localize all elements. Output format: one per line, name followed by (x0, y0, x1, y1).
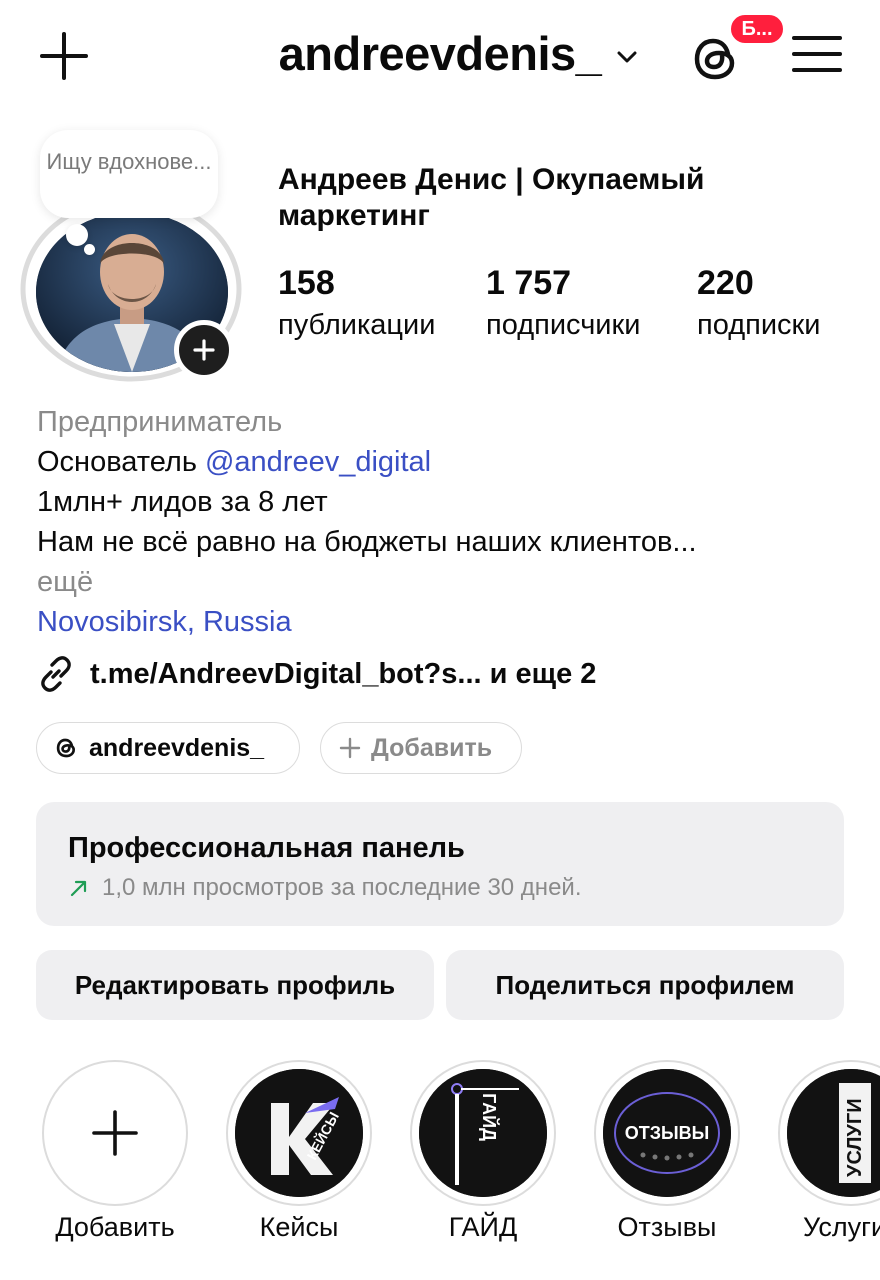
create-plus-icon[interactable] (38, 30, 90, 82)
chevron-down-icon[interactable] (614, 44, 640, 70)
posts-count-label: публикации (278, 309, 436, 341)
highlight-cover-text: ГАЙД (479, 1093, 500, 1141)
highlight-cover-text: УСЛУГИ (844, 1098, 866, 1177)
threads-profile-chip[interactable]: andreevdenis_ (36, 722, 300, 774)
threads-icon (56, 738, 76, 758)
bio-more-link[interactable]: ещё (37, 562, 93, 602)
posts-count-value: 158 (278, 264, 335, 302)
highlight-add[interactable] (42, 1060, 188, 1206)
location-link[interactable]: Novosibirsk, Russia (37, 602, 292, 642)
highlight-cover-cases: КЕЙСЫ (235, 1069, 363, 1197)
plus-icon (339, 737, 361, 759)
profile-category: Предприниматель (37, 406, 283, 438)
highlight-label: ГАЙД (448, 1212, 518, 1242)
highlight-label: Добавить (55, 1212, 175, 1242)
bio-line-1: Основатель @andreev_digital (37, 442, 431, 482)
note-bubble-tail (66, 224, 88, 246)
display-name: Андреев Денис | Окупаемый маркетинг (278, 163, 705, 232)
external-link-text: t.me/AndreevDigital_bot?s... и еще 2 (90, 657, 597, 690)
bio-text: Основатель (37, 446, 205, 478)
highlight-reviews[interactable]: ОТЗЫВЫ (594, 1060, 740, 1206)
pro-panel-subtitle: 1,0 млн просмотров за последние 30 дней. (68, 874, 581, 902)
add-link-chip[interactable]: Добавить (320, 722, 522, 774)
plus-icon (193, 339, 215, 361)
pro-panel-title: Профессиональная панель (68, 832, 465, 864)
link-icon (41, 656, 71, 692)
posts-count[interactable]: 158 публикации (278, 264, 435, 344)
highlight-cover-reviews: ОТЗЫВЫ (603, 1069, 731, 1197)
followers-count-value: 1 757 (486, 264, 572, 302)
highlight-cover-guide: ГАЙД (419, 1069, 547, 1197)
professional-dashboard[interactable]: Профессиональная панель 1,0 млн просмотр… (36, 802, 844, 926)
bio-line-2: 1млн+ лидов за 8 лет (37, 486, 328, 518)
edit-profile-button[interactable]: Редактировать профиль (36, 950, 434, 1020)
bio-line-3: Нам не всё равно на бюджеты наших клиент… (37, 526, 697, 558)
following-count-value: 220 (697, 264, 754, 302)
username-switcher[interactable]: andreevdenis_ (279, 26, 602, 81)
followers-count[interactable]: 1 757 подписчики (486, 264, 640, 344)
followers-count-label: подписчики (486, 309, 641, 341)
add-chip-label: Добавить (371, 733, 493, 762)
highlight-guide[interactable]: ГАЙД (410, 1060, 556, 1206)
share-profile-button[interactable]: Поделиться профилем (446, 950, 844, 1020)
highlight-label: Кейсы (259, 1212, 339, 1242)
highlight-label: Отзывы (617, 1212, 717, 1242)
highlight-label: Услуги (803, 1212, 880, 1242)
plus-icon (92, 1110, 138, 1156)
hamburger-menu-icon[interactable] (792, 36, 842, 78)
highlight-services[interactable]: УСЛУГИ (778, 1060, 880, 1206)
note-bubble[interactable]: Ищу вдохнове... (40, 130, 218, 218)
highlight-cover-text: ОТЗЫВЫ (625, 1123, 710, 1143)
trend-up-icon (70, 880, 87, 897)
highlight-cases[interactable]: КЕЙСЫ (226, 1060, 372, 1206)
following-count[interactable]: 220 подписки (697, 264, 820, 344)
threads-handle: andreevdenis_ (89, 733, 265, 762)
external-link[interactable]: t.me/AndreevDigital_bot?s... и еще 2 (36, 652, 596, 696)
notification-badge: Б... (728, 12, 786, 46)
note-bubble-tail-small (84, 244, 95, 255)
pro-panel-stat: 1,0 млн просмотров за последние 30 дней. (102, 874, 582, 901)
mention-link[interactable]: @andreev_digital (205, 446, 431, 478)
add-story-button[interactable] (174, 320, 234, 380)
following-count-label: подписки (697, 309, 821, 341)
